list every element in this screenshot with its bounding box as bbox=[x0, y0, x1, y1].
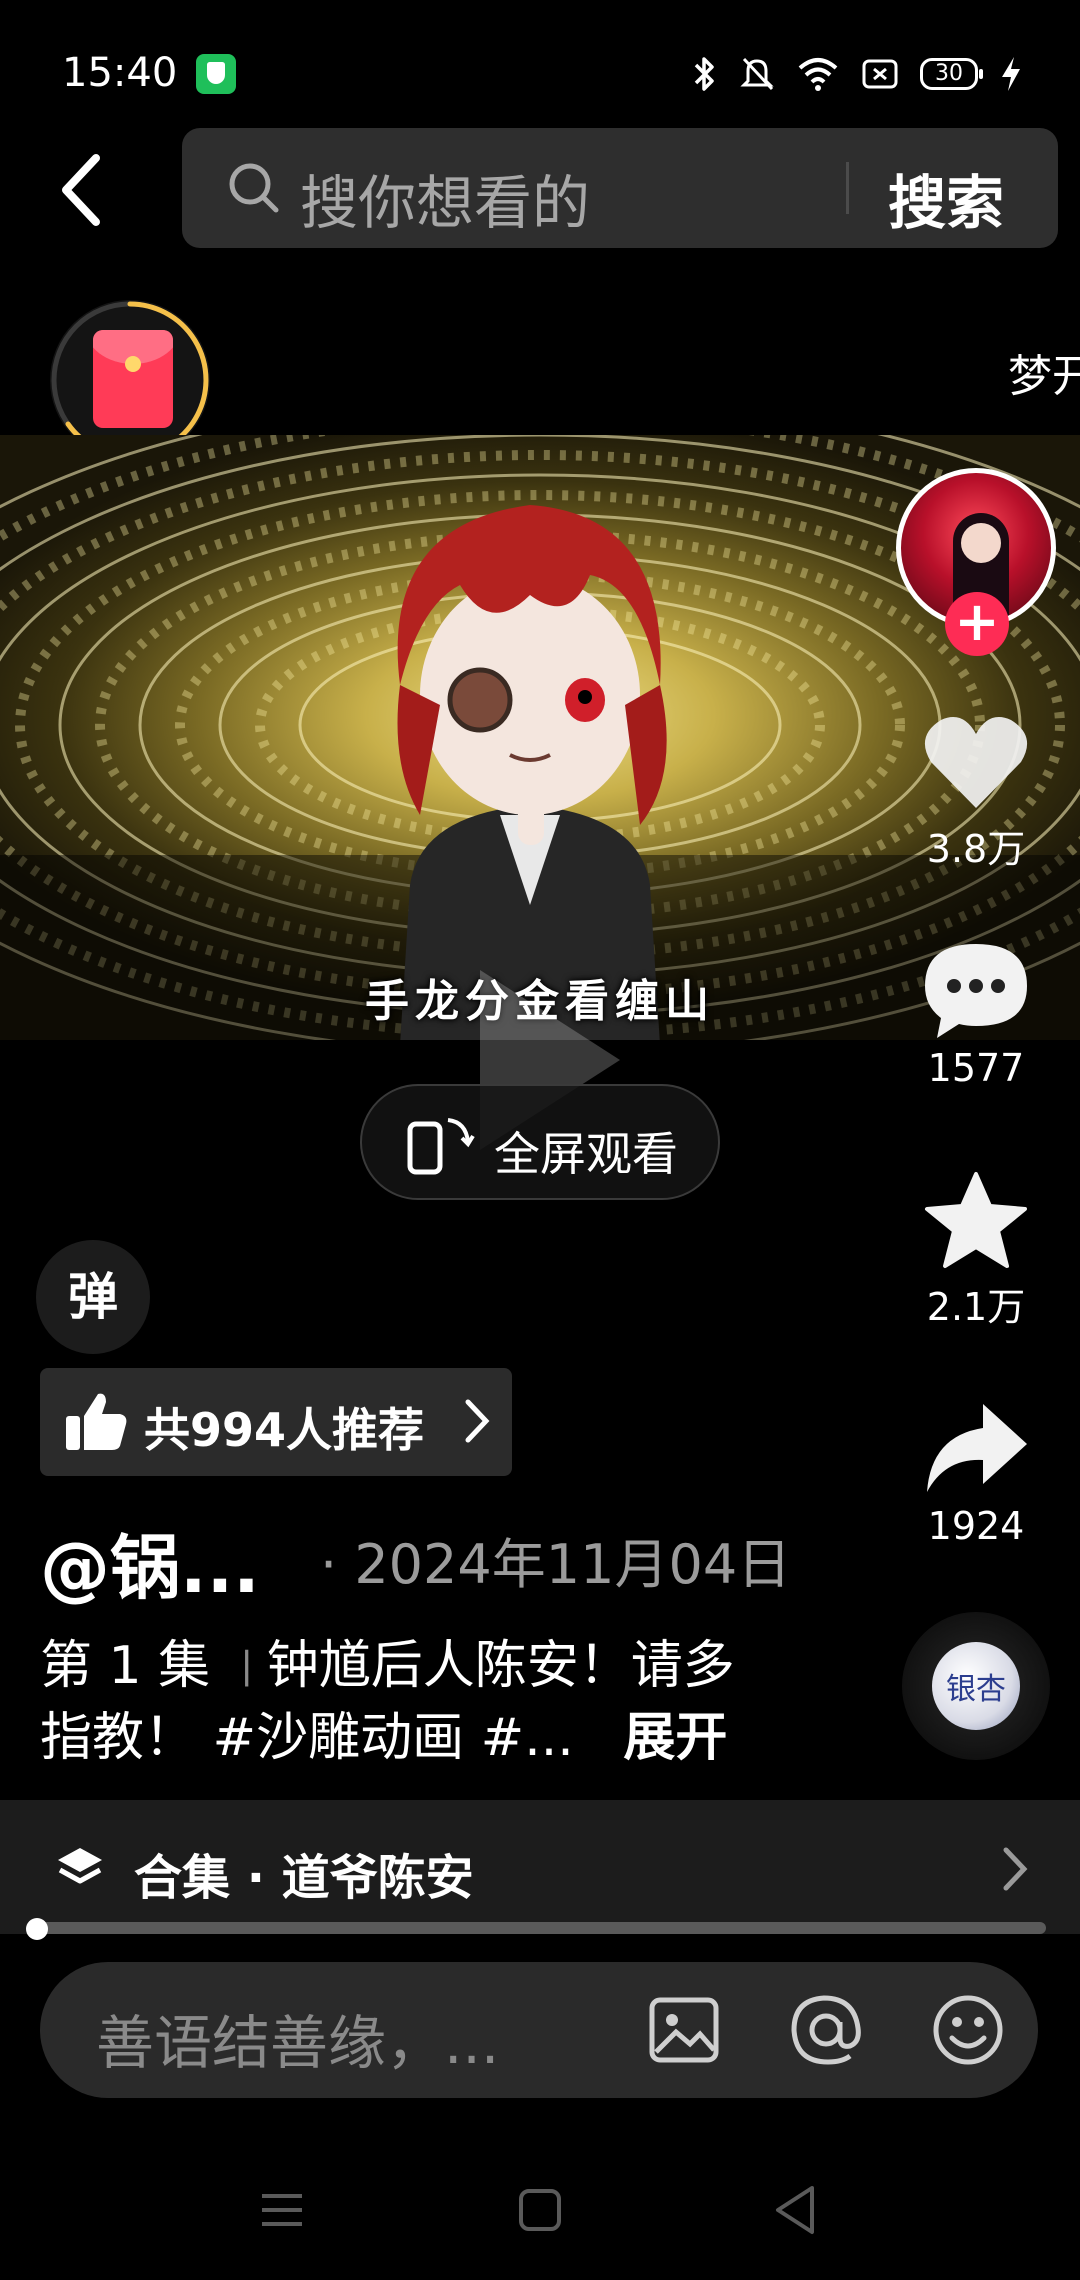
emoji-icon[interactable] bbox=[930, 1992, 1006, 2068]
desc-separator: 丨 bbox=[226, 1647, 267, 1693]
wifi-icon bbox=[798, 58, 838, 91]
home-nav-icon[interactable] bbox=[512, 2180, 568, 2240]
charging-icon bbox=[1002, 57, 1020, 91]
chevron-right-icon bbox=[465, 1399, 490, 1443]
mute-icon bbox=[740, 57, 774, 91]
collection-label: 合集 · 道爷陈安 bbox=[134, 1850, 474, 1906]
top-marquee-text: 梦开 bbox=[1008, 351, 1080, 402]
comment-input[interactable]: 善语结善缘，... bbox=[96, 1996, 499, 2080]
music-disc-cover: 银杏 bbox=[932, 1642, 1020, 1730]
fullscreen-label: 全屏观看 bbox=[494, 1127, 678, 1181]
expand-button[interactable]: 展开 bbox=[623, 1708, 727, 1768]
star-icon bbox=[925, 1172, 1027, 1268]
video-character bbox=[397, 505, 667, 1040]
episode-label: 第 1 集 bbox=[40, 1636, 211, 1696]
comment-count: 1577 bbox=[927, 1046, 1025, 1090]
layers-icon bbox=[58, 1848, 102, 1884]
recommend-label: 共994人推荐 bbox=[144, 1403, 425, 1457]
heart-icon bbox=[924, 717, 1028, 808]
share-button[interactable]: 1924 bbox=[906, 1398, 1046, 1548]
favorite-button[interactable]: 2.1万 bbox=[906, 1170, 1046, 1331]
desc-line2: 指教！ #沙雕动画 #... bbox=[40, 1708, 574, 1768]
desc-line1: 钟馗后人陈安！请多 bbox=[266, 1636, 735, 1696]
search-input[interactable]: 搜你想看的 bbox=[300, 156, 590, 240]
red-envelope-icon bbox=[93, 330, 173, 428]
video-progress-bar[interactable] bbox=[30, 1922, 1046, 1934]
like-count: 3.8万 bbox=[926, 827, 1026, 871]
share-count: 1924 bbox=[927, 1504, 1025, 1548]
back-button[interactable] bbox=[52, 150, 112, 230]
nfc-icon bbox=[862, 59, 898, 89]
rotate-screen-icon bbox=[407, 1118, 475, 1175]
shield-app-icon bbox=[196, 54, 236, 94]
menu-nav-icon[interactable] bbox=[254, 2180, 310, 2240]
danmaku-toggle-button[interactable]: 弹 bbox=[36, 1240, 150, 1354]
mention-icon[interactable] bbox=[788, 1992, 864, 2068]
favorite-count: 2.1万 bbox=[926, 1285, 1026, 1329]
video-progress-handle[interactable] bbox=[26, 1918, 48, 1940]
fullscreen-button[interactable]: 全屏观看 bbox=[360, 1084, 720, 1200]
system-nav-bar bbox=[0, 2150, 1080, 2280]
music-disc-button[interactable]: 银杏 bbox=[902, 1612, 1050, 1760]
bluetooth-icon bbox=[694, 57, 714, 91]
follow-button[interactable]: + bbox=[945, 592, 1009, 656]
image-icon[interactable] bbox=[646, 1992, 722, 2068]
author-name[interactable]: @锅... bbox=[40, 1512, 260, 1613]
search-button[interactable]: 搜索 bbox=[888, 156, 1004, 240]
collection-bar[interactable]: 合集 · 道爷陈安 bbox=[0, 1800, 1080, 1934]
share-arrow-icon bbox=[927, 1404, 1027, 1492]
thumbs-up-icon bbox=[66, 1393, 127, 1450]
search-divider bbox=[846, 162, 849, 214]
comment-input-bar[interactable]: 善语结善缘，... bbox=[40, 1962, 1038, 2098]
battery-icon: 30 bbox=[920, 58, 983, 90]
status-time: 15:40 bbox=[62, 50, 178, 96]
post-description[interactable]: 第 1 集 丨钟馗后人陈安！请多 指教！ #沙雕动画 #... 展开 bbox=[40, 1632, 860, 1772]
music-disc-text: 银杏 bbox=[946, 1672, 1006, 1707]
like-button[interactable]: 3.8万 bbox=[906, 712, 1046, 873]
chevron-left-icon bbox=[62, 154, 100, 226]
chevron-right-icon bbox=[1003, 1847, 1028, 1891]
recommend-button[interactable]: 共994人推荐 bbox=[40, 1368, 512, 1476]
search-bar[interactable]: 搜你想看的 搜索 bbox=[182, 128, 1058, 248]
post-date: · 2024年11月04日 bbox=[320, 1533, 792, 1596]
back-nav-icon[interactable] bbox=[768, 2180, 824, 2240]
search-icon bbox=[229, 163, 279, 213]
status-icons: 30 bbox=[692, 52, 1022, 96]
comment-button[interactable]: 1577 bbox=[906, 940, 1046, 1090]
comment-bubble-icon bbox=[925, 944, 1027, 1038]
